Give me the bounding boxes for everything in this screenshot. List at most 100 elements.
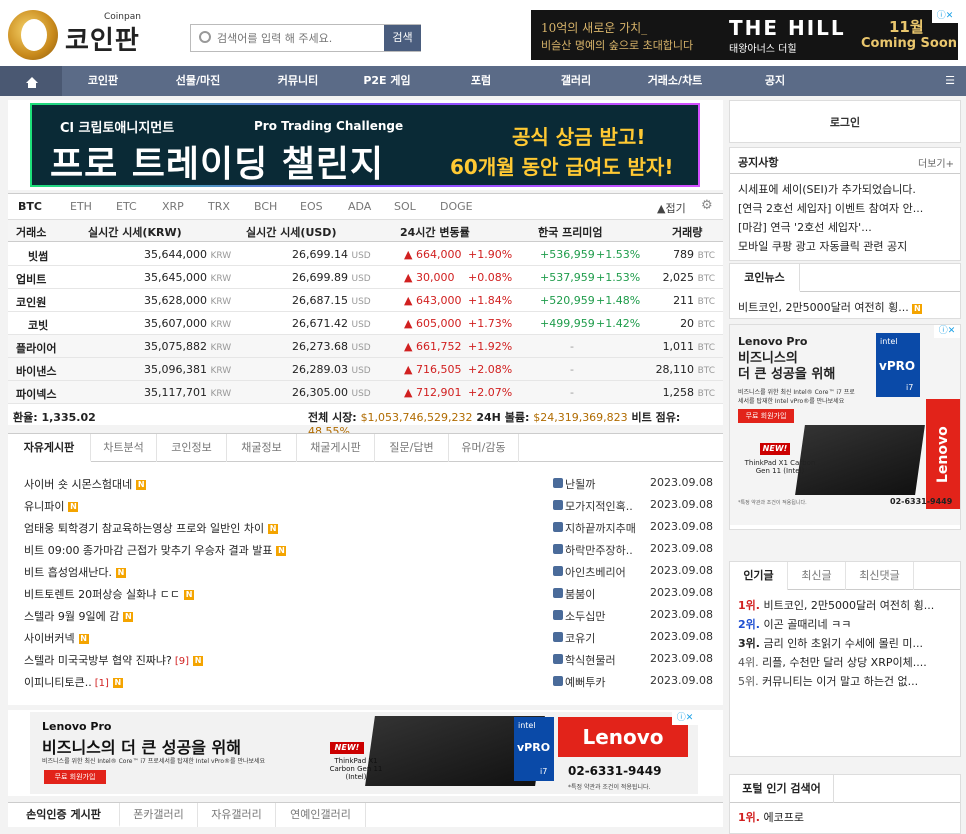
top-ad-banner[interactable]: 10억의 새로운 가치_ 비슬산 명예의 숲으로 초대합니다 THE HILL …: [531, 10, 958, 60]
side-ad-signup-button[interactable]: 무료 회원가입: [738, 409, 794, 423]
nav-item-notice[interactable]: 공지: [740, 66, 810, 96]
portal-tab[interactable]: 포털 인기 검색어: [730, 775, 834, 803]
coin-tab-bch[interactable]: BCH: [254, 200, 277, 213]
tab-latest-comments[interactable]: 최신댓글: [846, 562, 914, 590]
post-title[interactable]: 엄태웅 퇴학경기 참교육하는영상 프로와 일반인 차이 N: [24, 520, 279, 536]
exchange-name[interactable]: 코인원: [16, 294, 46, 310]
post-row[interactable]: 스텔라 9월 9일에 감N 소두십만 2023.09.08: [8, 604, 723, 626]
search-input[interactable]: [217, 28, 377, 48]
notice-item[interactable]: 모바일 쿠팡 광고 자동클릭 관련 공지: [738, 238, 956, 254]
post-author[interactable]: 예뻐투카: [565, 674, 605, 690]
board-tab-qna[interactable]: 질문/답변: [375, 434, 449, 462]
menu-icon[interactable]: ☰: [940, 66, 960, 96]
post-author[interactable]: 코유기: [565, 630, 595, 646]
post-row[interactable]: 비트 흡성엄새난다. N 아인츠베리어 2023.09.08: [8, 560, 723, 582]
nav-item-futures[interactable]: 선물/마진: [152, 66, 244, 96]
post-row[interactable]: 비트 09:00 종가마감 근접가 맞추기 우승자 결과 발표 N 하락만주장하.…: [8, 538, 723, 560]
tab-celeb-gallery[interactable]: 연예인갤러리: [276, 803, 366, 827]
market-row[interactable]: 파이넥스 35,117,701 KRW 26,305.00 USD ▲ 712,…: [8, 381, 723, 404]
post-author[interactable]: 모가지적인혹..: [565, 498, 633, 514]
exchange-name[interactable]: 업비트: [16, 271, 46, 287]
coin-tab-etc[interactable]: ETC: [116, 200, 137, 213]
nav-item-exchange[interactable]: 거래소/차트: [620, 66, 730, 96]
site-logo[interactable]: Coinpan 코인판: [8, 8, 158, 60]
news-item[interactable]: 비트코인, 2만5000달러 여전히 횡... N: [738, 299, 956, 315]
ad-close-icon[interactable]: ⓘ✕: [672, 712, 698, 725]
post-author[interactable]: 하락만주장하..: [565, 542, 633, 558]
coin-tab-doge[interactable]: DOGE: [440, 200, 473, 213]
portal-item[interactable]: 1위. 에코프로: [738, 809, 956, 825]
post-title[interactable]: 유니파이 N: [24, 498, 79, 514]
nav-item-p2e[interactable]: P2E 게임: [342, 66, 432, 96]
popular-item[interactable]: 5위. 커뮤니티는 이거 말고 하는건 없...: [738, 673, 956, 689]
tab-latest[interactable]: 최신글: [788, 562, 846, 590]
post-row[interactable]: 사이버 숏 시몬스험대네 N 난될까 2023.09.08: [8, 472, 723, 494]
market-row[interactable]: 업비트 35,645,000 KRW 26,699.89 USD ▲ 30,00…: [8, 266, 723, 289]
board-tab-miningboard[interactable]: 채굴게시판: [297, 434, 375, 462]
side-ad[interactable]: Lenovo Pro 비즈니스의 더 큰 성공을 위해 비즈니스를 위한 최신 …: [729, 324, 961, 530]
tab-popular[interactable]: 인기글: [730, 562, 788, 590]
exchange-name[interactable]: 플라이어: [16, 340, 56, 356]
promo-banner[interactable]: Cl 크립토애니지먼트 Pro Trading Challenge 프로 트레이…: [8, 100, 723, 190]
post-row[interactable]: 엄태웅 퇴학경기 참교육하는영상 프로와 일반인 차이 N 지하끝까지추매 202…: [8, 516, 723, 538]
post-author[interactable]: 학식현물러: [565, 652, 616, 668]
nav-item-coinpan[interactable]: 코인판: [62, 66, 144, 96]
coin-tab-eos[interactable]: EOS: [300, 200, 323, 213]
market-row[interactable]: 바이낸스 35,096,381 KRW 26,289.03 USD ▲ 716,…: [8, 358, 723, 381]
market-row[interactable]: 빗썸 35,644,000 KRW 26,699.14 USD ▲ 664,00…: [8, 243, 723, 266]
notice-item[interactable]: [연극 2호선 세입자] 이벤트 참여자 안...: [738, 200, 956, 216]
post-title[interactable]: 비트 흡성엄새난다. N: [24, 564, 126, 580]
post-row[interactable]: 유니파이 N 모가지적인혹.. 2023.09.08: [8, 494, 723, 516]
home-icon[interactable]: [0, 66, 62, 96]
fold-toggle[interactable]: ▲접기: [657, 200, 686, 216]
nav-item-forum[interactable]: 포럼: [440, 66, 522, 96]
post-author[interactable]: 붐붐이: [565, 586, 595, 602]
market-row[interactable]: 코빗 35,607,000 KRW 26,671.42 USD ▲ 605,00…: [8, 312, 723, 335]
ad-close-icon[interactable]: ⓘ✕: [932, 10, 958, 23]
post-title[interactable]: 스텔라 미국국방부 협약 진짜냐? [9] N: [24, 652, 204, 668]
exchange-name[interactable]: 파이넥스: [16, 386, 56, 402]
popular-item[interactable]: 4위. 리플, 수천만 달러 상당 XRP이체....: [738, 654, 956, 670]
exchange-name[interactable]: 바이낸스: [16, 363, 56, 379]
post-title[interactable]: 비트토렌트 20퍼상승 실화냐 ㄷㄷ N: [24, 586, 195, 602]
coin-tab-ada[interactable]: ADA: [348, 200, 371, 213]
tab-profit-board[interactable]: 손익인증 게시판: [8, 803, 120, 827]
post-title[interactable]: 이피니티토큰.. [1] N: [24, 674, 123, 690]
coin-tab-xrp[interactable]: XRP: [162, 200, 184, 213]
search-button[interactable]: 검색: [384, 25, 421, 51]
board-tab-mining[interactable]: 채굴정보: [227, 434, 297, 462]
gear-icon[interactable]: ⚙: [701, 198, 713, 213]
notice-item[interactable]: [마감] 연극 '2호선 세입자'...: [738, 219, 956, 235]
lenovo-ad-banner[interactable]: Lenovo Pro 비즈니스의 더 큰 성공을 위해 비즈니스를 위한 최신 …: [8, 710, 723, 796]
post-author[interactable]: 소두십만: [565, 608, 605, 624]
notice-item[interactable]: 시세표에 세이(SEI)가 추가되었습니다.: [738, 181, 956, 197]
post-row[interactable]: 이피니티토큰.. [1] N 예뻐투카 2023.09.08: [8, 670, 723, 692]
post-title[interactable]: 사이버커넥 N: [24, 630, 89, 646]
login-button[interactable]: 로그인: [729, 100, 961, 143]
nav-item-gallery[interactable]: 갤러리: [530, 66, 622, 96]
exchange-name[interactable]: 코빗: [28, 317, 48, 333]
coin-tab-eth[interactable]: ETH: [70, 200, 92, 213]
coin-tab-sol[interactable]: SOL: [394, 200, 416, 213]
market-row[interactable]: 코인원 35,628,000 KRW 26,687.15 USD ▲ 643,0…: [8, 289, 723, 312]
board-tab-free[interactable]: 자유게시판: [8, 434, 91, 462]
ad-signup-button[interactable]: 무료 회원가입: [44, 770, 106, 784]
board-tab-humor[interactable]: 유머/감동: [449, 434, 519, 462]
board-tab-chart[interactable]: 차트분석: [91, 434, 157, 462]
post-title[interactable]: 스텔라 9월 9일에 감N: [24, 608, 134, 624]
post-title[interactable]: 비트 09:00 종가마감 근접가 맞추기 우승자 결과 발표 N: [24, 542, 287, 558]
ad-close-icon[interactable]: ⓘ✕: [934, 325, 960, 338]
notice-more-link[interactable]: 더보기+: [918, 155, 954, 170]
post-author[interactable]: 지하끝까지추매: [565, 520, 636, 536]
popular-item[interactable]: 2위. 이곤 골때리네 ㅋㅋ: [738, 616, 956, 632]
coin-tab-trx[interactable]: TRX: [208, 200, 230, 213]
post-row[interactable]: 사이버커넥 N 코유기 2023.09.08: [8, 626, 723, 648]
post-author[interactable]: 아인츠베리어: [565, 564, 626, 580]
nav-item-community[interactable]: 커뮤니티: [252, 66, 344, 96]
post-title[interactable]: 사이버 숏 시몬스험대네 N: [24, 476, 147, 492]
news-tab[interactable]: 코인뉴스: [730, 264, 800, 292]
post-row[interactable]: 비트토렌트 20퍼상승 실화냐 ㄷㄷ N 붐붐이 2023.09.08: [8, 582, 723, 604]
tab-phone-gallery[interactable]: 폰카갤러리: [120, 803, 198, 827]
popular-item[interactable]: 3위. 금리 인하 초읽기 수세에 몰린 미...: [738, 635, 956, 651]
coin-tab-btc[interactable]: BTC: [18, 200, 42, 213]
